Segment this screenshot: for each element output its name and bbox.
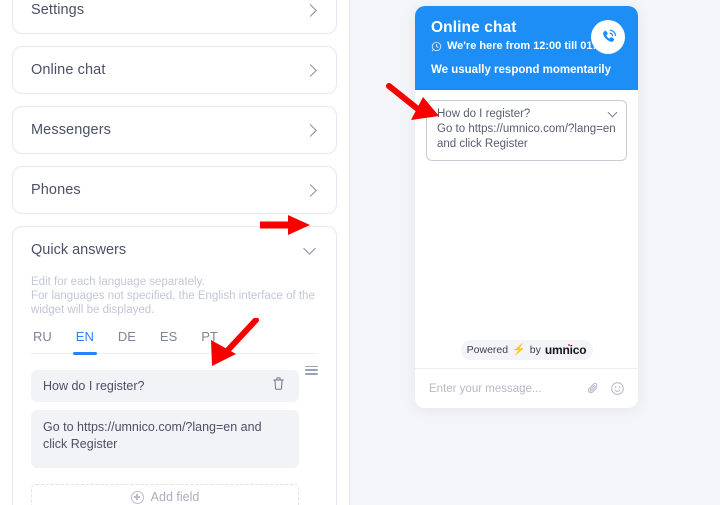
chevron-down-icon[interactable]	[303, 241, 316, 255]
quick-answers-hint: Edit for each language separately. For l…	[31, 275, 318, 317]
tab-en[interactable]: EN	[72, 329, 97, 355]
settings-panel: Settings Online chat Messengers Phones Q…	[0, 0, 350, 505]
tab-es[interactable]: ES	[160, 329, 177, 353]
hint-line-3: widget will be displayed.	[31, 304, 155, 316]
quick-answer-answer-input[interactable]: Go to https://umnico.com/?lang=en and cl…	[31, 410, 299, 468]
chevron-right-icon	[304, 3, 317, 17]
phone-call-icon	[598, 27, 618, 47]
paperclip-icon[interactable]	[586, 381, 601, 396]
sidebar-item-label: Phones	[31, 182, 81, 198]
chat-widget: Online chat We're here from 12:00 till 0…	[415, 6, 638, 408]
clock-icon	[431, 41, 442, 52]
widget-header: Online chat We're here from 12:00 till 0…	[415, 6, 638, 90]
powered-prefix: Powered	[466, 344, 509, 356]
quick-answer-question-input[interactable]: How do I register?	[31, 370, 299, 402]
sidebar-item-phones[interactable]: Phones	[12, 166, 337, 214]
sidebar-item-settings[interactable]: Settings	[12, 0, 337, 34]
quick-answers-body: Edit for each language separately. For l…	[13, 275, 336, 505]
chevron-down-icon[interactable]	[607, 107, 618, 118]
faq-answer: Go to https://umnico.com/?lang=en and cl…	[437, 123, 616, 150]
chevron-right-icon	[304, 183, 317, 197]
hint-line-1: Edit for each language separately.	[31, 276, 205, 288]
faq-item[interactable]: How do I register? Go to https://umnico.…	[426, 100, 627, 161]
quick-answers-header[interactable]: Quick answers	[13, 227, 336, 273]
chevron-right-icon	[304, 123, 317, 137]
widget-body: How do I register? Go to https://umnico.…	[415, 90, 638, 340]
faq-question: How do I register?	[437, 108, 531, 120]
sidebar-item-label: Settings	[31, 2, 85, 18]
powered-middle: by	[529, 344, 541, 356]
quick-answer-tools	[299, 354, 318, 386]
sidebar-item-messengers[interactable]: Messengers	[12, 106, 337, 154]
brand-name: umnico	[544, 343, 587, 357]
widget-hours-text: We're here from 12:00 till 01:00	[447, 40, 609, 52]
tab-pt[interactable]: PT	[201, 329, 218, 353]
smiley-icon[interactable]	[610, 381, 625, 396]
add-field-button[interactable]: Add field	[31, 484, 299, 505]
quick-answer-field-row: How do I register? Go to https://umnico.…	[31, 354, 318, 505]
message-input-bar[interactable]: Enter your message...	[415, 368, 638, 408]
sidebar-item-online-chat[interactable]: Online chat	[12, 46, 337, 94]
quick-answers-title: Quick answers	[31, 242, 127, 258]
tab-de[interactable]: DE	[118, 329, 136, 353]
plus-circle-icon	[130, 490, 144, 504]
settings-preview-page: Settings Online chat Messengers Phones Q…	[0, 0, 720, 505]
chevron-right-icon	[304, 63, 317, 77]
quick-answers-section: Quick answers Edit for each language sep…	[12, 226, 337, 505]
faq-question-row[interactable]: How do I register?	[437, 107, 618, 120]
lightning-bolt-icon: ⚡	[512, 343, 526, 356]
sidebar-item-label: Online chat	[31, 62, 106, 78]
avatar[interactable]	[591, 20, 625, 54]
add-field-label: Add field	[150, 490, 200, 504]
widget-preview-area: Online chat We're here from 12:00 till 0…	[350, 0, 720, 505]
message-input[interactable]: Enter your message...	[429, 383, 577, 395]
quick-answer-question-text: How do I register?	[43, 379, 145, 393]
sidebar-item-label: Messengers	[31, 122, 111, 138]
hint-line-2: For languages not specified, the English…	[31, 290, 315, 302]
widget-respond-text: We usually respond momentarily	[431, 64, 612, 76]
tab-ru[interactable]: RU	[33, 329, 52, 353]
drag-handle-icon[interactable]	[305, 365, 318, 375]
powered-by-badge[interactable]: Powered ⚡ by umnico	[460, 340, 593, 360]
language-tabs: RU EN DE ES PT	[31, 329, 318, 355]
trash-icon[interactable]	[272, 376, 285, 396]
